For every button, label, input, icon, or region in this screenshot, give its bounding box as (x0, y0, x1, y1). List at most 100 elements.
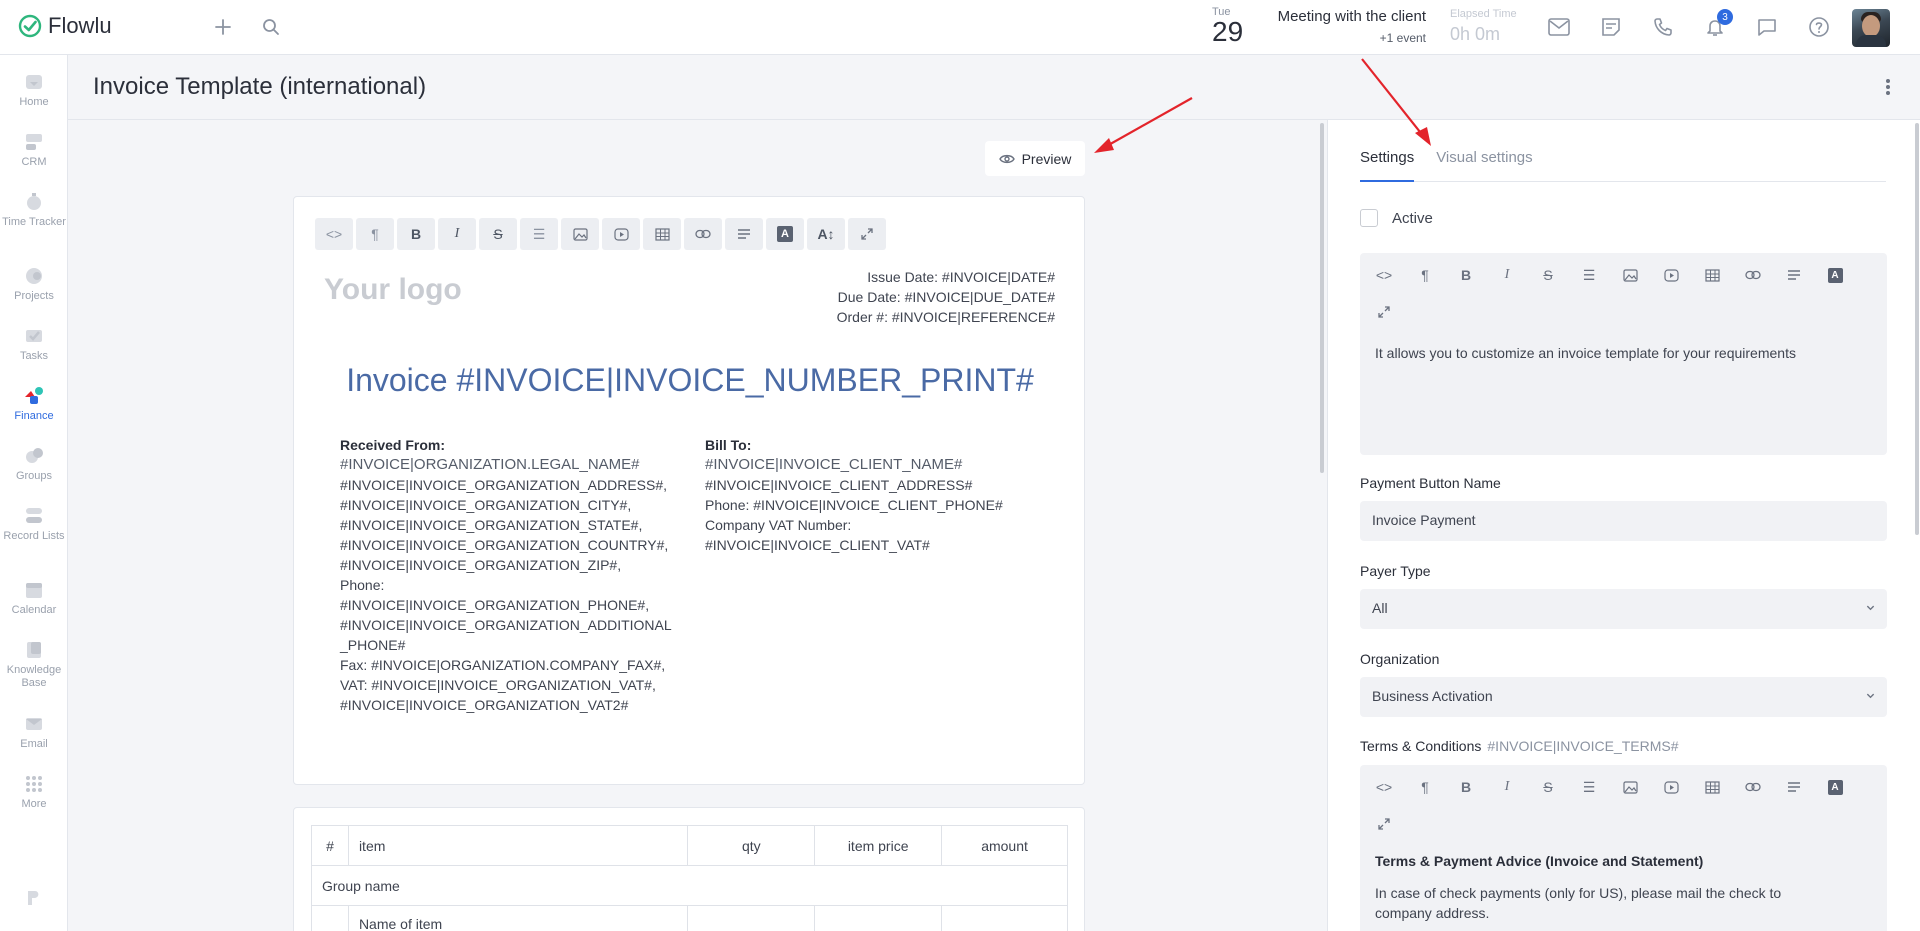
elapsed-time[interactable]: Elapsed Time 0h 0m (1450, 8, 1517, 45)
user-avatar[interactable] (1852, 9, 1890, 47)
received-from-line: _PHONE# (340, 637, 406, 653)
settings-tabs: Settings Visual settings (1360, 140, 1886, 182)
insert-link-button[interactable] (684, 218, 722, 250)
sidebar-collapse[interactable] (0, 887, 68, 912)
strikethrough-button[interactable]: S (1532, 261, 1564, 289)
bold-button[interactable]: B (1450, 261, 1482, 289)
description-editor[interactable]: <> ¶ B I S ☰ A It allows you to customiz… (1360, 253, 1887, 455)
bell-icon[interactable]: 3 (1703, 9, 1733, 39)
fullscreen-button[interactable] (848, 218, 886, 250)
align-button[interactable] (1778, 261, 1810, 289)
active-toggle[interactable]: Active (1360, 209, 1433, 227)
bill-to-heading: Bill To: (705, 437, 752, 453)
payer-type-select[interactable]: All (1360, 589, 1887, 629)
settings-scrollbar[interactable] (1915, 123, 1919, 535)
font-color-button[interactable]: A (766, 218, 804, 250)
grid-icon (26, 776, 42, 792)
insert-video-button[interactable] (602, 218, 640, 250)
italic-button[interactable]: I (438, 218, 476, 250)
paragraph-button[interactable]: ¶ (1409, 261, 1441, 289)
items-table: # item qty item price amount Group name … (311, 825, 1068, 931)
brand[interactable]: Flowlu (18, 13, 112, 39)
sidebar-item-tasks[interactable]: Tasks (0, 325, 68, 363)
font-color-button[interactable]: A (1819, 773, 1851, 801)
invoice-title: Invoice #INVOICE|INVOICE_NUMBER_PRINT# (346, 362, 1034, 398)
invoice-template-editor[interactable]: <> ¶ B I S ☰ A A↕ Your logo Issue Date: … (293, 196, 1085, 785)
phone-icon[interactable] (1651, 15, 1675, 39)
bill-to-name: #INVOICE|INVOICE_CLIENT_NAME# (705, 456, 963, 473)
insert-link-button[interactable] (1737, 261, 1769, 289)
strikethrough-button[interactable]: S (1532, 773, 1564, 801)
sidebar-item-record-lists[interactable]: Record Lists (0, 505, 68, 543)
search-icon[interactable] (259, 15, 283, 39)
bold-button[interactable]: B (397, 218, 435, 250)
code-view-button[interactable]: <> (315, 218, 353, 250)
bullet-list-button[interactable]: ☰ (520, 218, 558, 250)
bullet-list-button[interactable]: ☰ (1573, 261, 1605, 289)
insert-image-button[interactable] (1614, 773, 1646, 801)
sidebar-item-projects[interactable]: Projects (0, 265, 68, 303)
editor-scrollbar[interactable] (1320, 123, 1324, 473)
sidebar-item-crm[interactable]: CRM (0, 131, 68, 169)
item-name-cell: Name of item (347, 905, 689, 931)
insert-image-button[interactable] (1614, 261, 1646, 289)
insert-table-button[interactable] (1696, 773, 1728, 801)
sidebar-item-knowledge-base[interactable]: Knowledge Base (0, 639, 68, 690)
upcoming-event[interactable]: Meeting with the client +1 event (1260, 8, 1426, 45)
sidebar-item-time-tracker[interactable]: Time Tracker (0, 191, 68, 229)
insert-image-button[interactable] (561, 218, 599, 250)
event-more[interactable]: +1 event (1260, 31, 1426, 45)
tab-settings[interactable]: Settings (1360, 140, 1415, 182)
align-button[interactable] (1778, 773, 1810, 801)
bullet-list-button[interactable]: ☰ (1573, 773, 1605, 801)
code-view-button[interactable]: <> (1368, 261, 1400, 289)
calendar-date[interactable]: Tue 29 (1212, 6, 1252, 46)
insert-table-button[interactable] (643, 218, 681, 250)
received-from-line: #INVOICE|INVOICE_ORGANIZATION_STATE#, (340, 517, 643, 533)
bill-to-line: Phone: #INVOICE|INVOICE_CLIENT_PHONE# (705, 497, 1003, 513)
active-checkbox[interactable] (1360, 209, 1378, 227)
col-header-qty: qty (687, 825, 816, 866)
sidebar-item-calendar[interactable]: Calendar (0, 579, 68, 617)
payment-button-input[interactable]: Invoice Payment (1360, 501, 1887, 541)
fullscreen-button[interactable] (1368, 810, 1400, 838)
italic-button[interactable]: I (1491, 261, 1523, 289)
items-table-card[interactable]: # item qty item price amount Group name … (293, 807, 1085, 931)
font-size-button[interactable]: A↕ (807, 218, 845, 250)
table-row: Name of item (311, 905, 1068, 931)
preview-button[interactable]: Preview (985, 141, 1085, 176)
align-button[interactable] (725, 218, 763, 250)
insert-video-button[interactable] (1655, 261, 1687, 289)
strikethrough-button[interactable]: S (479, 218, 517, 250)
finance-icon (25, 387, 43, 404)
paragraph-button[interactable]: ¶ (1409, 773, 1441, 801)
chat-icon[interactable] (1755, 15, 1779, 39)
tab-visual-settings[interactable]: Visual settings (1436, 140, 1532, 182)
insert-video-button[interactable] (1655, 773, 1687, 801)
notes-icon[interactable] (1599, 15, 1623, 39)
code-view-button[interactable]: <> (1368, 773, 1400, 801)
italic-button[interactable]: I (1491, 773, 1523, 801)
mail-icon[interactable] (1547, 15, 1571, 39)
add-icon[interactable] (211, 15, 235, 39)
col-header-number: # (311, 825, 349, 866)
help-icon[interactable] (1807, 15, 1831, 39)
sidebar-item-finance[interactable]: Finance (0, 385, 68, 423)
fullscreen-button[interactable] (1368, 298, 1400, 326)
font-color-icon: A (1827, 779, 1843, 795)
paragraph-button[interactable]: ¶ (356, 218, 394, 250)
sidebar-item-groups[interactable]: Groups (0, 445, 68, 483)
sidebar-item-more[interactable]: More (0, 773, 68, 811)
insert-link-button[interactable] (1737, 773, 1769, 801)
sidebar-item-home[interactable]: Home (0, 71, 68, 109)
sidebar-item-email[interactable]: Email (0, 713, 68, 751)
font-color-button[interactable]: A (1819, 261, 1851, 289)
organization-select[interactable]: Business Activation (1360, 677, 1887, 717)
page-title: Invoice Template (international) (93, 73, 427, 100)
bill-to-line: #INVOICE|INVOICE_CLIENT_ADDRESS# (705, 477, 973, 493)
terms-editor[interactable]: <> ¶ B I S ☰ A Terms & Payment Advice (I… (1360, 765, 1887, 931)
more-menu-icon[interactable] (1886, 79, 1892, 97)
bold-button[interactable]: B (1450, 773, 1482, 801)
align-icon (1788, 782, 1800, 792)
insert-table-button[interactable] (1696, 261, 1728, 289)
